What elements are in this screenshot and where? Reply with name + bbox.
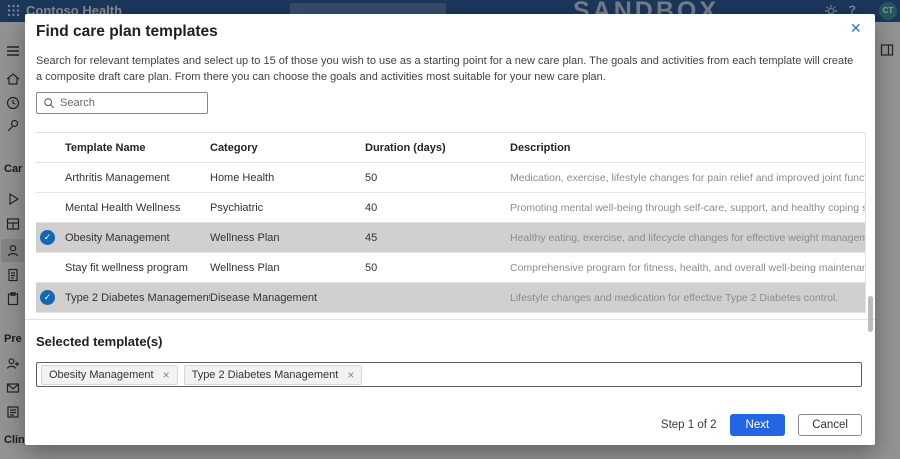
scrollbar[interactable] [868, 296, 873, 332]
template-search-box[interactable] [36, 92, 208, 114]
selected-template-tag: Obesity Management × [41, 365, 178, 385]
table-header-row: Template Name Category Duration (days) D… [36, 133, 865, 163]
table-row[interactable]: ✓ Mental Health Wellness Psychiatric 40 … [36, 193, 865, 223]
category-cell: Psychiatric [210, 202, 365, 214]
remove-tag-icon[interactable]: × [163, 368, 170, 382]
column-header-category[interactable]: Category [210, 142, 365, 154]
selected-template-tag: Type 2 Diabetes Management × [184, 365, 363, 385]
close-icon[interactable]: × [850, 18, 861, 38]
table-row[interactable]: ✓ Stay fit wellness program Wellness Pla… [36, 253, 865, 283]
search-icon [43, 97, 55, 109]
category-cell: Wellness Plan [210, 262, 365, 274]
template-name-cell: Type 2 Diabetes Management [65, 292, 210, 304]
description-cell: Promoting mental well-being through self… [510, 202, 865, 214]
next-button[interactable]: Next [730, 414, 786, 436]
cancel-button[interactable]: Cancel [798, 414, 862, 436]
find-care-plan-templates-dialog: Find care plan templates × Search for re… [25, 14, 875, 445]
description-cell: Medication, exercise, lifestyle changes … [510, 172, 865, 184]
table-row[interactable]: ✓ Arthritis Management Home Health 50 Me… [36, 163, 865, 193]
duration-cell: 50 [365, 172, 510, 184]
template-name-cell: Mental Health Wellness [65, 202, 210, 214]
search-input[interactable] [60, 97, 201, 109]
duration-cell: 45 [365, 232, 510, 244]
selected-templates-field[interactable]: Obesity Management × Type 2 Diabetes Man… [36, 362, 862, 387]
duration-cell: 40 [365, 202, 510, 214]
template-name-cell: Stay fit wellness program [65, 262, 210, 274]
template-name-cell: Arthritis Management [65, 172, 210, 184]
section-divider [25, 319, 875, 320]
template-name-cell: Obesity Management [65, 232, 210, 244]
description-cell: Lifestyle changes and medication for eff… [510, 292, 865, 304]
column-header-duration[interactable]: Duration (days) [365, 142, 510, 154]
category-cell: Home Health [210, 172, 365, 184]
step-indicator: Step 1 of 2 [661, 419, 717, 431]
description-cell: Healthy eating, exercise, and lifecycle … [510, 232, 865, 244]
tag-label: Obesity Management [49, 369, 154, 381]
dialog-footer: Step 1 of 2 Next Cancel [661, 414, 862, 436]
selected-templates-heading: Selected template(s) [36, 334, 162, 349]
category-cell: Wellness Plan [210, 232, 365, 244]
table-row[interactable]: ✓ Type 2 Diabetes Management Disease Man… [36, 283, 865, 313]
table-row[interactable]: ✓ Obesity Management Wellness Plan 45 He… [36, 223, 865, 253]
selected-check-icon: ✓ [40, 290, 55, 305]
selected-check-icon: ✓ [40, 230, 55, 245]
dialog-title: Find care plan templates [36, 23, 218, 41]
remove-tag-icon[interactable]: × [347, 368, 354, 382]
column-header-description[interactable]: Description [510, 142, 865, 154]
dialog-description: Search for relevant templates and select… [36, 54, 854, 86]
duration-cell: 50 [365, 262, 510, 274]
column-header-template-name[interactable]: Template Name [65, 142, 210, 154]
description-cell: Comprehensive program for fitness, healt… [510, 262, 865, 274]
templates-table: Template Name Category Duration (days) D… [36, 132, 866, 313]
tag-label: Type 2 Diabetes Management [192, 369, 339, 381]
page: Contoso Health SANDBOX ? CT Car [0, 0, 900, 459]
category-cell: Disease Management [210, 292, 365, 304]
